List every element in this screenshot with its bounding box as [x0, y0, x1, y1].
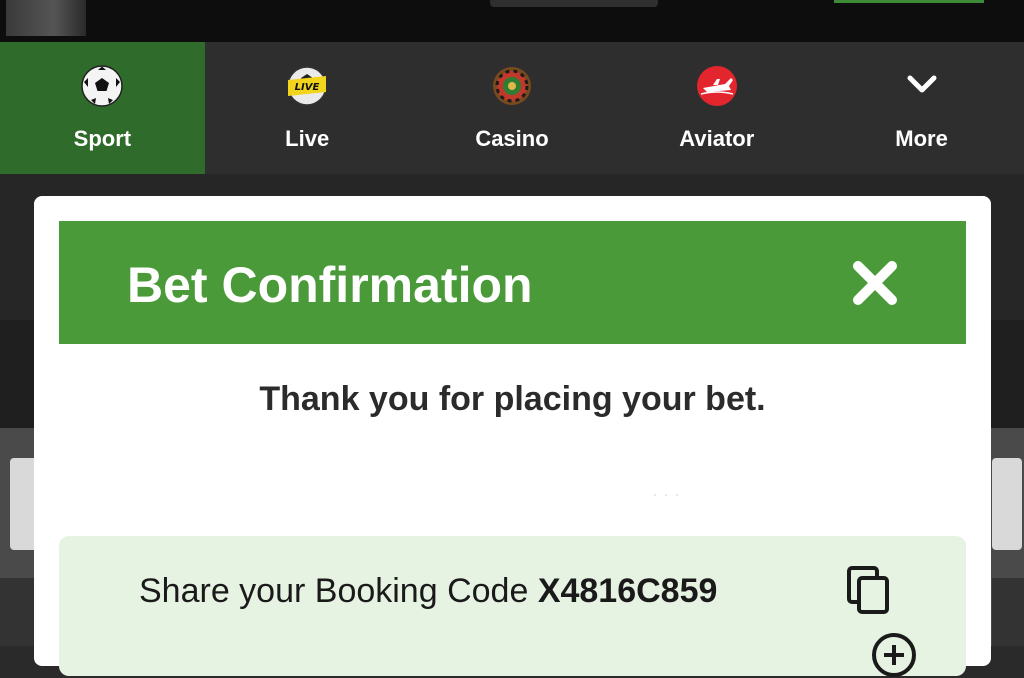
- aviator-plane-icon: [696, 66, 737, 106]
- nav-item-casino[interactable]: Casino: [410, 42, 615, 174]
- live-ball-icon: LIVE: [287, 66, 327, 106]
- main-nav: Sport LIVE Live Casino Aviator More: [0, 42, 1024, 174]
- booking-code-value[interactable]: X4816C859: [538, 572, 718, 610]
- background-card: [992, 458, 1022, 550]
- faint-separator: · · ·: [652, 484, 680, 504]
- nav-item-more[interactable]: More: [819, 42, 1024, 174]
- background-row: [992, 578, 1024, 646]
- roulette-icon: [492, 67, 531, 105]
- nav-item-label: Aviator: [679, 126, 755, 151]
- dialog-header: Bet Confirmation: [59, 221, 966, 344]
- nav-item-label: Live: [285, 126, 330, 151]
- booking-code-line: Share your Booking Code X4816C859: [139, 572, 717, 611]
- top-search-button[interactable]: [490, 0, 658, 7]
- nav-item-live[interactable]: LIVE Live: [205, 42, 410, 174]
- nav-item-sport[interactable]: Sport: [0, 42, 205, 174]
- nav-item-label: Sport: [73, 126, 132, 151]
- bet-confirmation-dialog: Bet Confirmation Thank you for placing y…: [34, 196, 991, 677]
- soccer-ball-icon: [81, 65, 124, 107]
- add-circle-icon[interactable]: [871, 632, 917, 678]
- nav-item-label: More: [895, 126, 948, 151]
- confirmation-message: Thank you for placing your bet.: [259, 380, 766, 418]
- nav-item-label: Casino: [475, 126, 549, 151]
- chevron-down-icon: [907, 75, 937, 93]
- svg-text:LIVE: LIVE: [295, 82, 320, 93]
- top-login-button[interactable]: [834, 0, 984, 3]
- booking-code-prefix: Share your Booking Code: [139, 572, 538, 610]
- nav-item-aviator[interactable]: Aviator: [614, 42, 819, 174]
- copy-icon[interactable]: [845, 564, 893, 616]
- dialog-title: Bet Confirmation: [127, 257, 533, 313]
- booking-code-panel: Share your Booking Code X4816C859: [59, 536, 966, 678]
- brand-logo[interactable]: [6, 0, 86, 36]
- close-icon[interactable]: [849, 257, 901, 309]
- top-bar: [0, 0, 1024, 42]
